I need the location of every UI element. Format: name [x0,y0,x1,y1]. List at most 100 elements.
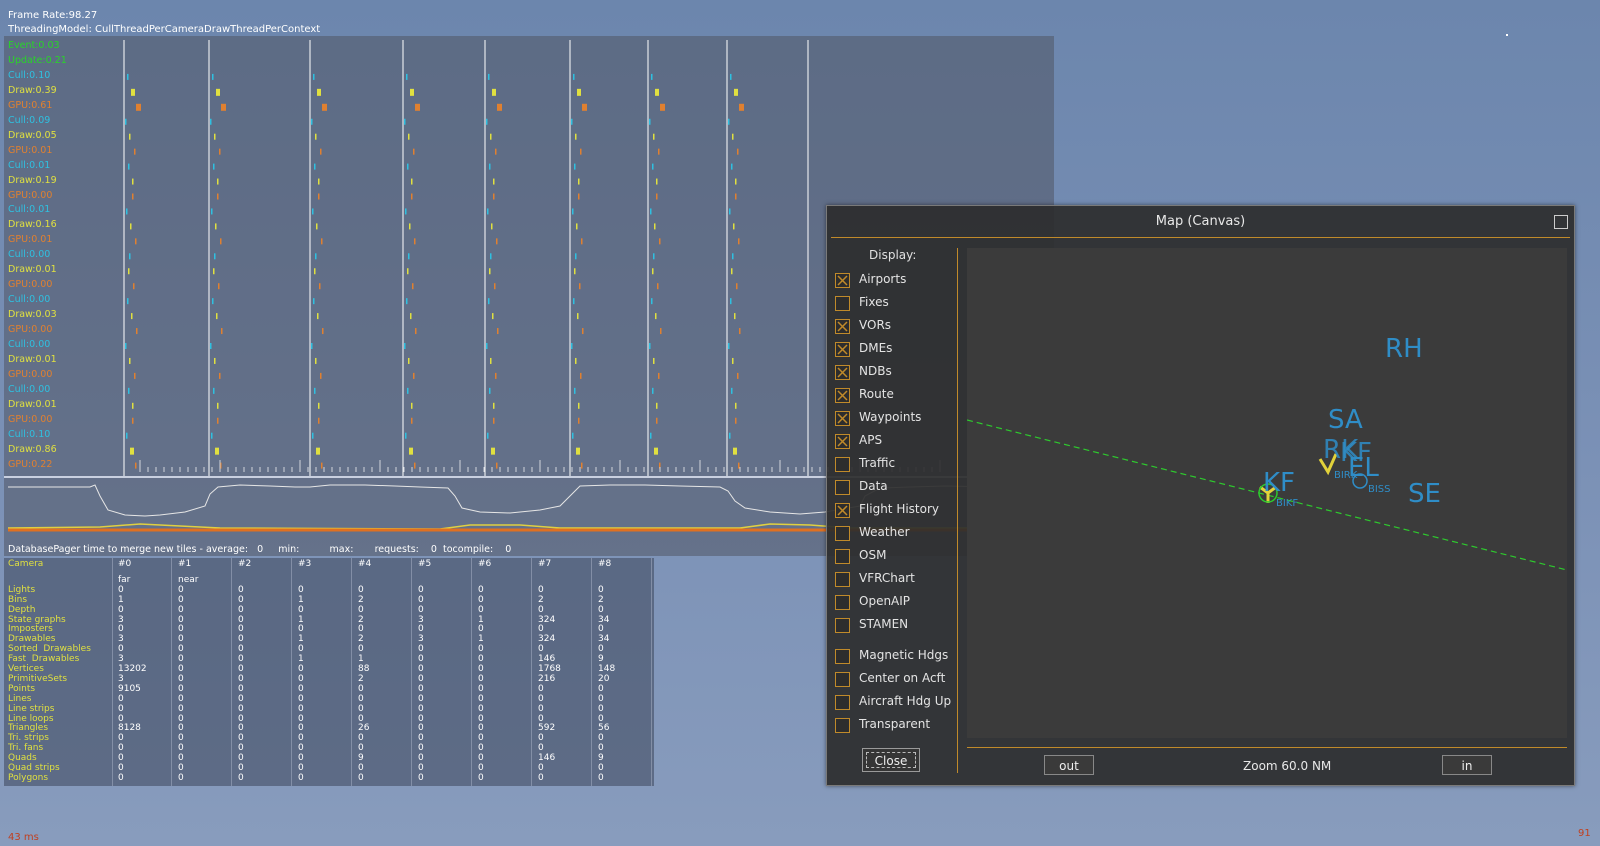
camera-cell: 0 [418,772,424,783]
timing-bar-cull [128,163,130,170]
timing-bar-gpu [132,193,134,200]
timing-bar-gpu [413,148,415,155]
camera-column-head: #4 [358,559,372,569]
timing-bar-cull [728,118,730,125]
timing-bar-gpu [493,193,495,200]
checkbox[interactable] [835,273,850,288]
timing-bar-draw [578,178,580,185]
timing-bar-draw [575,357,577,364]
timing-bar-gpu [136,328,138,335]
map-view[interactable]: RH SA RK KF EL SE KF BIKF BIRK BISS [967,248,1567,738]
camera-cell: 0 [178,772,184,783]
timing-bar-draw [492,313,494,320]
timing-bar-gpu [217,417,219,424]
checkbox[interactable] [835,434,850,449]
checkbox[interactable] [835,718,850,733]
timing-bar-cull [212,298,214,305]
timing-bar-gpu [321,238,323,245]
timing-bar-cull [489,387,491,394]
timing-bar-draw [316,447,320,455]
timing-bar-cull [311,343,313,349]
camera-column-head: #8 [598,559,612,569]
timing-bar-draw [411,178,413,185]
timing-bar-gpu [320,372,322,379]
panel-divider [957,248,958,773]
camera-column-head: #5 [418,559,432,569]
camera-column: #2 0 0 0 0 0 0 0 0 0 0 0 0 0 0 0 0 0 0 0 0 [232,558,292,786]
timing-bar-draw [315,133,317,140]
timing-bar-draw [734,88,738,96]
timing-bar-cull [129,253,131,260]
checkbox[interactable] [835,572,850,587]
timing-bar-gpu [414,462,416,469]
checkbox[interactable] [835,503,850,518]
timing-bar-draw [410,313,412,320]
timing-bar-gpu [737,372,739,379]
option-label: Waypoints [859,410,922,424]
timing-bar-cull [127,73,129,80]
timing-bar-gpu [497,103,502,111]
timing-bar-gpu [413,372,415,379]
timing-bar-gpu [221,103,226,111]
checkbox[interactable] [835,388,850,403]
camera-column: #1 near 0 0 0 0 0 0 0 0 0 0 0 0 0 0 0 0 0 0 0 0 [172,558,232,786]
option-label: Airports [859,272,907,286]
checkbox[interactable] [835,649,850,664]
window-close-icon[interactable] [1554,215,1568,229]
timing-bar-draw [318,402,320,409]
timing-bar-draw [653,357,655,364]
timing-bar-gpu [221,328,223,335]
camera-column: #8 0 2 0 34 0 34 0 9 148 20 0 0 0 0 56 0 0 9 0 0 [592,558,652,786]
timing-bar-cull [313,73,315,80]
timing-bar-cull [311,118,313,125]
timing-bar-draw [213,268,215,275]
option-label: Aircraft Hdg Up [859,694,952,708]
close-button[interactable]: Close [862,748,920,772]
frame-rate-text: Frame Rate:98.27 [8,10,98,21]
zoom-out-button[interactable]: out [1044,755,1094,775]
timing-bar-draw [577,88,581,96]
zoom-in-button[interactable]: in [1442,755,1492,775]
timing-bar-draw [493,402,495,409]
timing-bar-cull [314,387,316,394]
camera-cell: 0 [478,703,484,714]
timing-bar-gpu [495,372,497,379]
checkbox[interactable] [835,526,850,541]
camera-cell: 0 [598,604,604,615]
option-label: VFRChart [859,571,915,585]
checkbox[interactable] [835,457,850,472]
timing-bar-draw [490,357,492,364]
timing-bar-draw [132,178,134,185]
checkbox[interactable] [835,672,850,687]
dialog-title[interactable]: Map (Canvas) [827,206,1574,236]
camera-cell: 0 [238,703,244,714]
timing-bar-draw [318,178,320,185]
camera-cell: 0 [358,604,364,615]
timing-bar-gpu [657,283,659,290]
option-label: APS [859,433,883,447]
timing-bar-cull [406,298,408,305]
timing-bar-draw [574,268,576,275]
option-label: DMEs [859,341,893,355]
timing-bar-cull [649,343,651,349]
camera-cell: 0 [298,772,304,783]
checkbox[interactable] [835,549,850,564]
checkbox[interactable] [835,480,850,495]
timing-bars [125,73,744,469]
timing-bar-draw [491,447,495,455]
camera-cell: 0 [118,703,124,714]
camera-cell: 0 [298,703,304,714]
checkbox[interactable] [835,695,850,710]
time-ticks [139,460,941,472]
timing-bar-draw [129,133,131,140]
checkbox[interactable] [835,342,850,357]
checkbox[interactable] [835,319,850,334]
option-label: NDBs [859,364,892,378]
checkbox[interactable] [835,365,850,380]
checkbox[interactable] [835,411,850,426]
checkbox[interactable] [835,595,850,610]
checkbox[interactable] [835,618,850,633]
camera-row-label: Camera [8,559,44,569]
timing-bar-draw [732,133,734,140]
checkbox[interactable] [835,296,850,311]
